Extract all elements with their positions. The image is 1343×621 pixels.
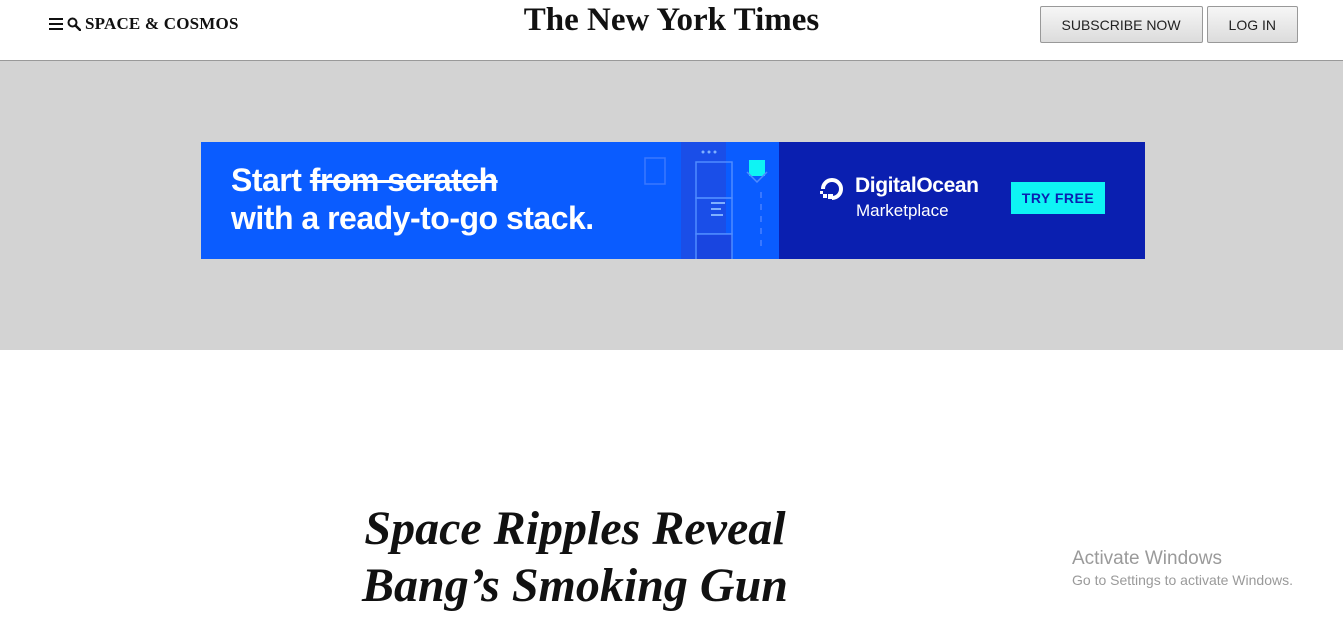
watermark-title: Activate Windows (1072, 548, 1222, 569)
ad-brand-sub: Marketplace (856, 201, 949, 220)
ad-headline-line2: with a ready-to-go stack. (231, 200, 594, 236)
try-free-button[interactable]: TRY FREE (1011, 182, 1105, 214)
site-header: SPACE & COSMOS The New York Times SUBSCR… (0, 0, 1343, 61)
activate-windows-watermark: Activate Windows Go to Settings to activ… (1072, 548, 1293, 588)
article-headline[interactable]: Space Ripples Reveal Bang’s Smoking Gun (340, 500, 810, 614)
ad-struck-text: from scratch (309, 162, 498, 198)
digitalocean-logo-icon (820, 178, 843, 200)
subscribe-button[interactable]: SUBSCRIBE NOW (1039, 6, 1203, 43)
advertisement-banner[interactable]: Start from scratch with a ready-to-go st… (201, 142, 1145, 259)
ad-stack-graphic (644, 142, 768, 259)
login-button[interactable]: LOG IN (1206, 6, 1298, 43)
headline-line2: Bang’s Smoking Gun (362, 559, 788, 612)
watermark-subtitle: Go to Settings to activate Windows. (1072, 572, 1293, 588)
headline-line1: Space Ripples Reveal (364, 502, 786, 555)
ad-left-panel: Start from scratch with a ready-to-go st… (201, 142, 779, 259)
ad-brand-name: DigitalOcean (855, 174, 979, 197)
ad-start-text: Start (231, 162, 302, 198)
ad-headline-line1: Start from scratch (231, 162, 498, 199)
ad-right-panel: DigitalOcean Marketplace TRY FREE (779, 142, 1145, 259)
header-actions: SUBSCRIBE NOW LOG IN (1039, 6, 1298, 43)
